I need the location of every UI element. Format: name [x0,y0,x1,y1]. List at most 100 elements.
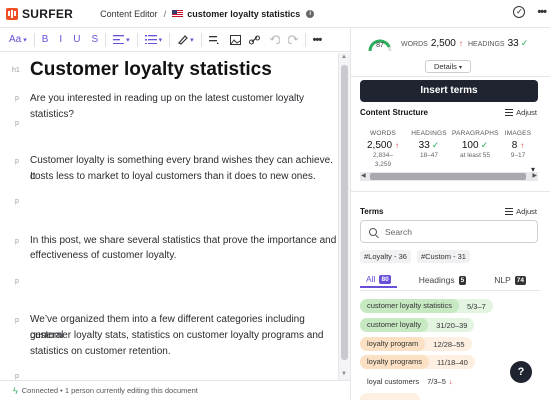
terms-title: Terms [360,207,384,216]
term-item[interactable]: loyalty program 12/28–55 [360,337,472,351]
document-heading[interactable]: Customer loyalty statistics [30,59,272,81]
term-item[interactable]: customer loyalty 31/20–39 [360,318,475,332]
chevron-down-icon: ▾ [459,65,463,71]
check-icon: ✓ [431,140,440,150]
us-flag-icon [172,10,184,17]
structure-value: 100 [461,140,479,151]
insert-terms-button[interactable]: Insert terms [360,80,538,102]
structure-label: PARAGRAPHS [452,130,499,137]
align-dropdown[interactable]: ▾ [113,35,130,44]
paragraph-tag-label: p [15,120,19,127]
terms-adjust-button[interactable]: Adjust [505,207,537,216]
term-item[interactable]: loyalty programs 11/18–40 [360,355,475,369]
heading-tag-label: h1 [12,67,20,74]
scroll-up-arrow-icon[interactable]: ▲ [341,54,347,60]
search-placeholder: Search [385,226,412,237]
details-button[interactable]: Details ▾ [425,60,471,73]
adjust-label: Adjust [516,108,537,117]
tab-count-badge: 80 [379,274,391,284]
list-icon [144,35,157,44]
arrow-down-icon: ↓ [448,376,453,386]
toolbar-divider [105,32,107,47]
term-item[interactable]: customer loyalty statistics 5/3–7 [360,299,493,313]
structure-stats: WORDS 2,500 ↑ 2,834– 3,259 HEADINGS 33 ✓ 1… [360,130,540,175]
tab-count-badge: 74 [514,275,527,285]
paragraph-line[interactable]: effectiveness of customer loyalty. [30,248,176,264]
structure-range: 9–17 [510,152,526,159]
structure-label: WORDS [370,130,396,137]
bold-button[interactable]: B [42,34,49,45]
insert-list-icon[interactable] [208,35,220,45]
structure-value: 8 [511,140,518,151]
toolbar-divider [200,32,202,47]
tab-all[interactable]: All 80 [360,272,397,288]
terms-search-input[interactable]: Search [360,220,538,243]
editor-toolbar: Aa ▾ B I U S ▾ ▾ ▾ ••• [0,28,350,52]
scroll-left-arrow-icon[interactable]: ◀ [361,172,366,179]
structure-range: 3,259 [374,161,392,168]
breadcrumb-section[interactable]: Content Editor [100,9,158,19]
font-style-dropdown[interactable]: Aa ▾ [9,34,27,45]
filter-chip[interactable]: #Custom - 31 [416,250,470,263]
panel-divider [351,76,550,77]
highlighter-icon [178,35,188,45]
highlight-dropdown[interactable]: ▾ [177,34,194,45]
tab-count-badge: 5 [458,275,467,285]
structure-range: 2,834– [373,152,393,159]
term-count: 11/18–40 [437,357,468,367]
app-header: SURFER Content Editor / customer loyalty… [0,0,550,28]
italic-button[interactable]: I [59,34,62,45]
term-count: 7/3–5 [427,376,446,386]
term-name: customer loyalty [360,318,429,332]
editor-scrollbar[interactable]: ▲ ▼ [338,53,350,380]
scroll-thumb[interactable] [341,65,348,360]
headings-label: HEADINGS [468,41,505,48]
help-button[interactable]: ? [510,361,532,383]
structure-adjust-button[interactable]: Adjust [505,108,537,117]
strikethrough-button[interactable]: S [91,34,98,45]
image-icon[interactable] [229,34,241,45]
scroll-down-arrow-icon[interactable]: ▼ [341,371,347,377]
surfer-logo[interactable]: SURFER [6,7,73,21]
logo-text: SURFER [22,6,74,21]
structure-value: 33 [418,140,430,151]
toolbar-divider [136,32,138,47]
check-icon: ✓ [480,140,489,150]
toolbar-more-icon[interactable]: ••• [313,34,323,46]
link-icon[interactable] [248,35,260,45]
font-style-label: Aa [9,34,22,45]
scroll-thumb[interactable] [370,173,526,180]
info-icon[interactable]: i [306,9,315,18]
redo-icon[interactable] [287,35,298,44]
structure-words: WORDS 2,500 ↑ 2,834– 3,259 [360,130,406,175]
document-title: customer loyalty statistics [187,8,301,19]
more-menu-icon[interactable]: ••• [537,6,547,18]
term-item[interactable]: loyal customers 7/3–5 ↓ [360,374,460,388]
term-item[interactable] [360,393,420,400]
tab-label: All [366,274,376,284]
check-icon: ✓ [520,38,529,48]
paragraph-line[interactable]: Are you interested in reading up on the … [30,91,338,122]
paragraph-tag-label: p [15,158,19,165]
paragraph-line[interactable]: In this post, we share several statistic… [30,233,336,249]
paragraph-line[interactable]: costs less to market to loyal customers … [30,169,316,185]
tab-headings[interactable]: Headings 5 [413,272,473,288]
paragraph-line[interactable]: statistics on customer retention. [30,344,171,360]
paragraph-tag-label: p [15,198,19,205]
structure-scrollbar[interactable]: ◀ ▶ [360,172,538,181]
editor-area[interactable]: h1 Customer loyalty statistics p Are you… [0,53,338,380]
term-name: loyal customers [367,376,420,386]
list-dropdown[interactable]: ▾ [144,35,162,44]
tab-nlp[interactable]: NLP 74 [488,272,532,288]
surfer-logo-icon [6,7,18,20]
filter-chip[interactable]: #Loyalty - 36 [360,250,411,263]
tab-label: Headings [418,275,455,285]
undo-icon[interactable] [269,35,280,44]
check-circle-icon[interactable]: ✓ [513,6,526,18]
tab-label: NLP [494,275,511,285]
paragraph-line[interactable]: customer loyalty stats, statistics on cu… [30,328,323,344]
scroll-right-arrow-icon[interactable]: ▶ [532,172,537,179]
sliders-icon [505,208,514,215]
breadcrumb-separator: / [163,8,167,19]
underline-button[interactable]: U [73,34,80,45]
